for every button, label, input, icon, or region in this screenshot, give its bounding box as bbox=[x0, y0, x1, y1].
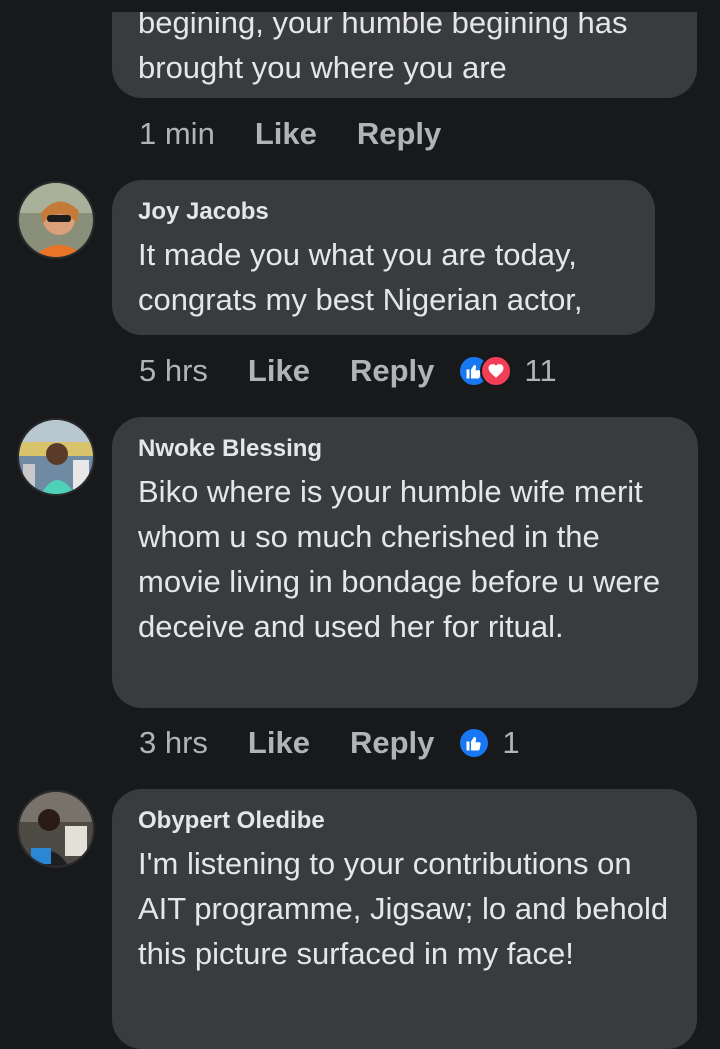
comment-bubble: begining, your humble begining has broug… bbox=[112, 0, 697, 98]
avatar-image bbox=[19, 420, 93, 494]
like-icon bbox=[458, 727, 491, 759]
avatar[interactable] bbox=[17, 181, 95, 259]
avatar[interactable] bbox=[17, 418, 95, 496]
comment-text: begining, your humble begining has broug… bbox=[138, 5, 628, 85]
reaction-count: 11 bbox=[524, 353, 557, 388]
like-button[interactable]: Like bbox=[248, 353, 310, 389]
comment-timestamp: 3 hrs bbox=[139, 725, 208, 760]
comment-author[interactable]: Obypert Oledibe bbox=[138, 807, 671, 835]
comment-author[interactable]: Nwoke Blessing bbox=[138, 435, 672, 463]
like-button[interactable]: Like bbox=[255, 116, 317, 152]
reaction-summary[interactable]: 11 bbox=[458, 353, 557, 389]
comment-bubble: Obypert Oledibe I'm listening to your co… bbox=[112, 789, 697, 1049]
love-icon bbox=[480, 355, 513, 387]
avatar-image bbox=[19, 183, 93, 257]
like-button[interactable]: Like bbox=[248, 725, 310, 761]
comment-text: It made you what you are today, congrats… bbox=[138, 237, 583, 317]
comment-actions: 1 min Like Reply bbox=[139, 114, 481, 154]
comment-actions: 5 hrs Like Reply 11 bbox=[139, 351, 557, 391]
comment-timestamp: 5 hrs bbox=[139, 353, 208, 388]
reaction-summary[interactable]: 1 bbox=[458, 725, 520, 761]
avatar[interactable] bbox=[17, 790, 95, 868]
scroll-edge bbox=[0, 0, 720, 12]
reaction-count: 1 bbox=[502, 725, 520, 760]
reply-button[interactable]: Reply bbox=[350, 353, 434, 389]
comment-bubble: Nwoke Blessing Biko where is your humble… bbox=[112, 417, 698, 708]
comment-text: I'm listening to your contributions on A… bbox=[138, 846, 669, 971]
avatar-image bbox=[19, 792, 93, 866]
comment-timestamp: 1 min bbox=[139, 116, 215, 151]
reply-button[interactable]: Reply bbox=[350, 725, 434, 761]
comment-text: Biko where is your humble wife merit who… bbox=[138, 474, 661, 644]
reply-button[interactable]: Reply bbox=[357, 116, 441, 152]
comment-author[interactable]: Joy Jacobs bbox=[138, 198, 629, 226]
comment-actions: 3 hrs Like Reply 1 bbox=[139, 723, 520, 763]
comment-bubble: Joy Jacobs It made you what you are toda… bbox=[112, 180, 655, 335]
